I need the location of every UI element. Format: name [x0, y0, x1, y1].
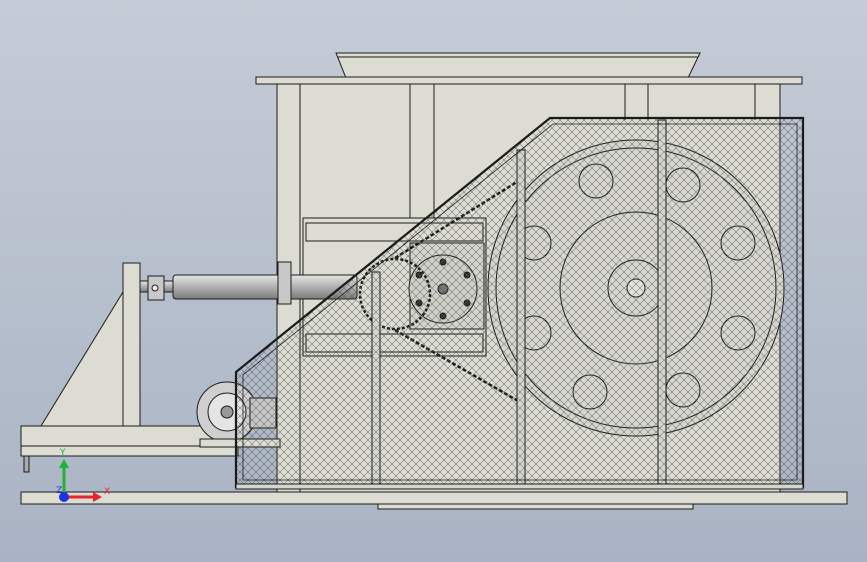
- left-bracket-plate: [122, 262, 141, 427]
- crusher-machine-model[interactable]: [20, 52, 848, 510]
- motor-shaft: [220, 405, 234, 419]
- x-axis-label: X: [104, 487, 110, 497]
- y-axis-label: Y: [59, 448, 66, 458]
- leveling-bolt: [23, 455, 30, 473]
- base-plate-foot: [377, 503, 694, 510]
- cad-viewport[interactable]: X Y Z: [0, 0, 867, 562]
- y-axis-arrowhead: [59, 459, 69, 468]
- z-axis-label: Z: [56, 486, 62, 496]
- cylinder-mount-collar: [277, 261, 292, 305]
- guard-bottom-rail: [235, 483, 804, 490]
- top-flange: [255, 76, 803, 85]
- base-plate: [20, 491, 848, 505]
- clevis-pin: [151, 284, 159, 292]
